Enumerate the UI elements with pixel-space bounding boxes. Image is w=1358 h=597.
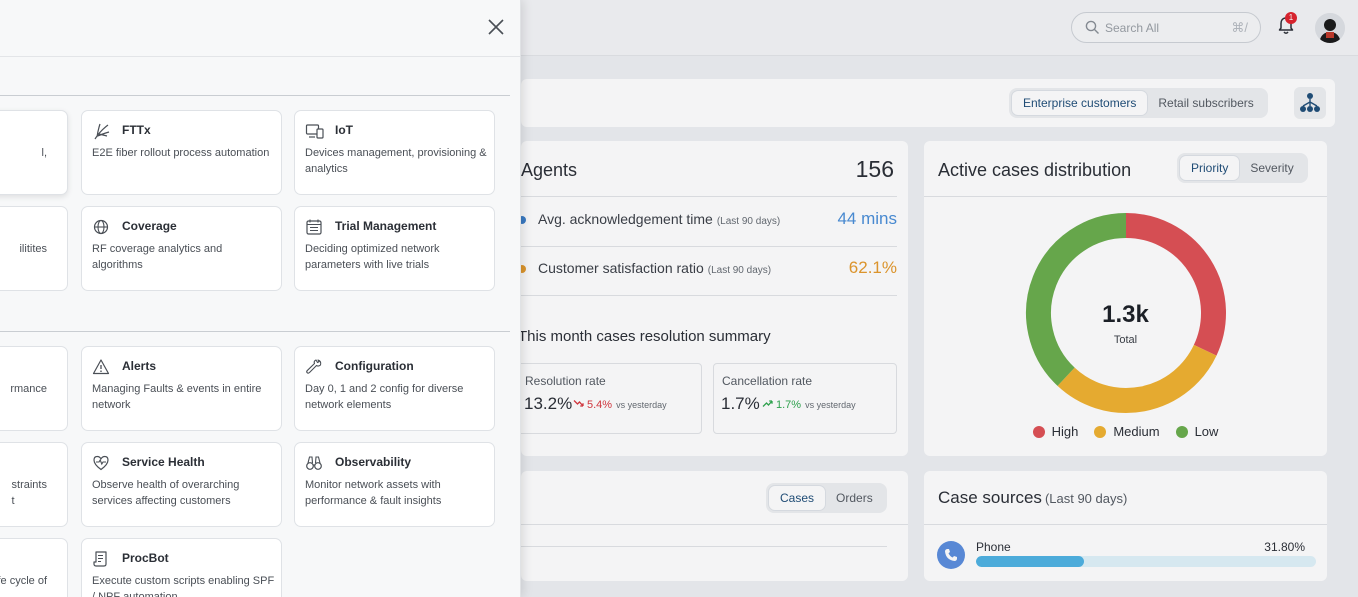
warning-icon	[92, 358, 112, 381]
product-tile-fttx[interactable]: FTTx E2E fiber rollout process automatio…	[81, 110, 282, 195]
product-tile-partial[interactable]: ife cycle of	[0, 538, 68, 597]
globe-icon	[92, 218, 112, 241]
calendar-icon	[305, 218, 325, 241]
product-tile-coverage[interactable]: Coverage RF coverage analytics and algor…	[81, 206, 282, 291]
products-panel: l, ilitites rmance straints t ife cycle …	[0, 0, 521, 597]
close-icon[interactable]	[487, 18, 505, 41]
product-tile-service-health[interactable]: Service Health Observe health of overarc…	[81, 442, 282, 527]
devices-icon	[305, 122, 325, 145]
wrench-icon	[305, 358, 325, 381]
product-tile-configuration[interactable]: Configuration Day 0, 1 and 2 config for …	[294, 346, 495, 431]
product-tile-trial-management[interactable]: Trial Management Deciding optimized netw…	[294, 206, 495, 291]
product-tile-procbot[interactable]: ProcBot Execute custom scripts enabling …	[81, 538, 282, 597]
product-tile-alerts[interactable]: Alerts Managing Faults & events in entir…	[81, 346, 282, 431]
product-tile-partial[interactable]: l,	[0, 110, 68, 195]
section-divider	[0, 331, 510, 332]
product-tile-partial[interactable]: ilitites	[0, 206, 68, 291]
product-tile-observability[interactable]: Observability Monitor network assets wit…	[294, 442, 495, 527]
product-tile-iot[interactable]: IoT Devices management, provisioning & a…	[294, 110, 495, 195]
section-divider	[0, 95, 510, 96]
divider	[0, 56, 520, 57]
product-tile-partial[interactable]: rmance	[0, 346, 68, 431]
binoculars-icon	[305, 454, 325, 477]
product-tile-partial[interactable]: straints t	[0, 442, 68, 527]
fiber-icon	[92, 122, 112, 145]
heart-pulse-icon	[92, 454, 112, 477]
script-icon	[92, 550, 112, 573]
